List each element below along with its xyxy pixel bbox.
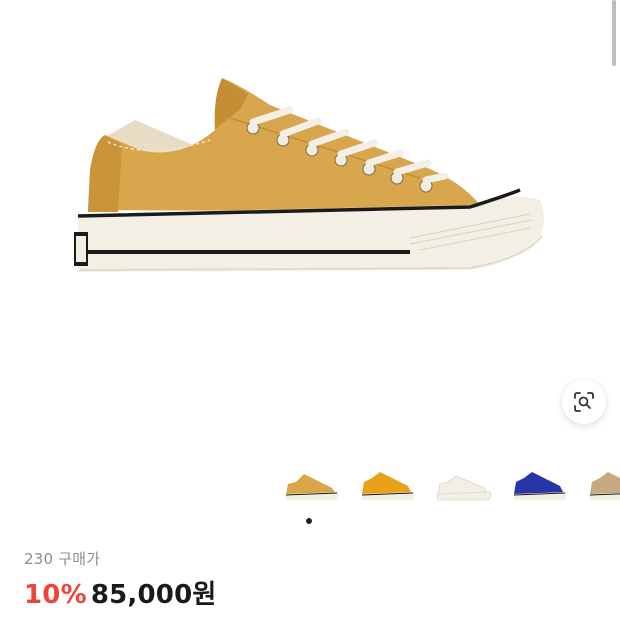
thumbnail-tan[interactable] (586, 466, 620, 504)
discount-rate: 10% (24, 580, 87, 610)
size-purchase-label: 230 구매가 (24, 548, 100, 569)
product-main-image[interactable] (0, 0, 620, 300)
image-search-icon (574, 392, 594, 412)
thumbnail-blue[interactable] (510, 466, 572, 504)
product-detail-page: 230 구매가 10% 85,000원 (0, 0, 620, 620)
sneaker-illustration (74, 78, 544, 272)
image-search-button[interactable] (562, 380, 606, 424)
thumbnail-cream[interactable] (434, 466, 496, 504)
size-value: 230 (24, 550, 54, 568)
pagination-dot-active (306, 518, 312, 524)
price-line: 10% 85,000원 (24, 574, 217, 611)
thumbnail-orange-yellow[interactable] (358, 466, 420, 504)
thumbnail-sunflower[interactable] (282, 466, 344, 504)
thumbnail-strip (278, 466, 620, 506)
price-amount: 85,000원 (90, 580, 217, 610)
purchase-price-label: 구매가 (58, 550, 101, 568)
